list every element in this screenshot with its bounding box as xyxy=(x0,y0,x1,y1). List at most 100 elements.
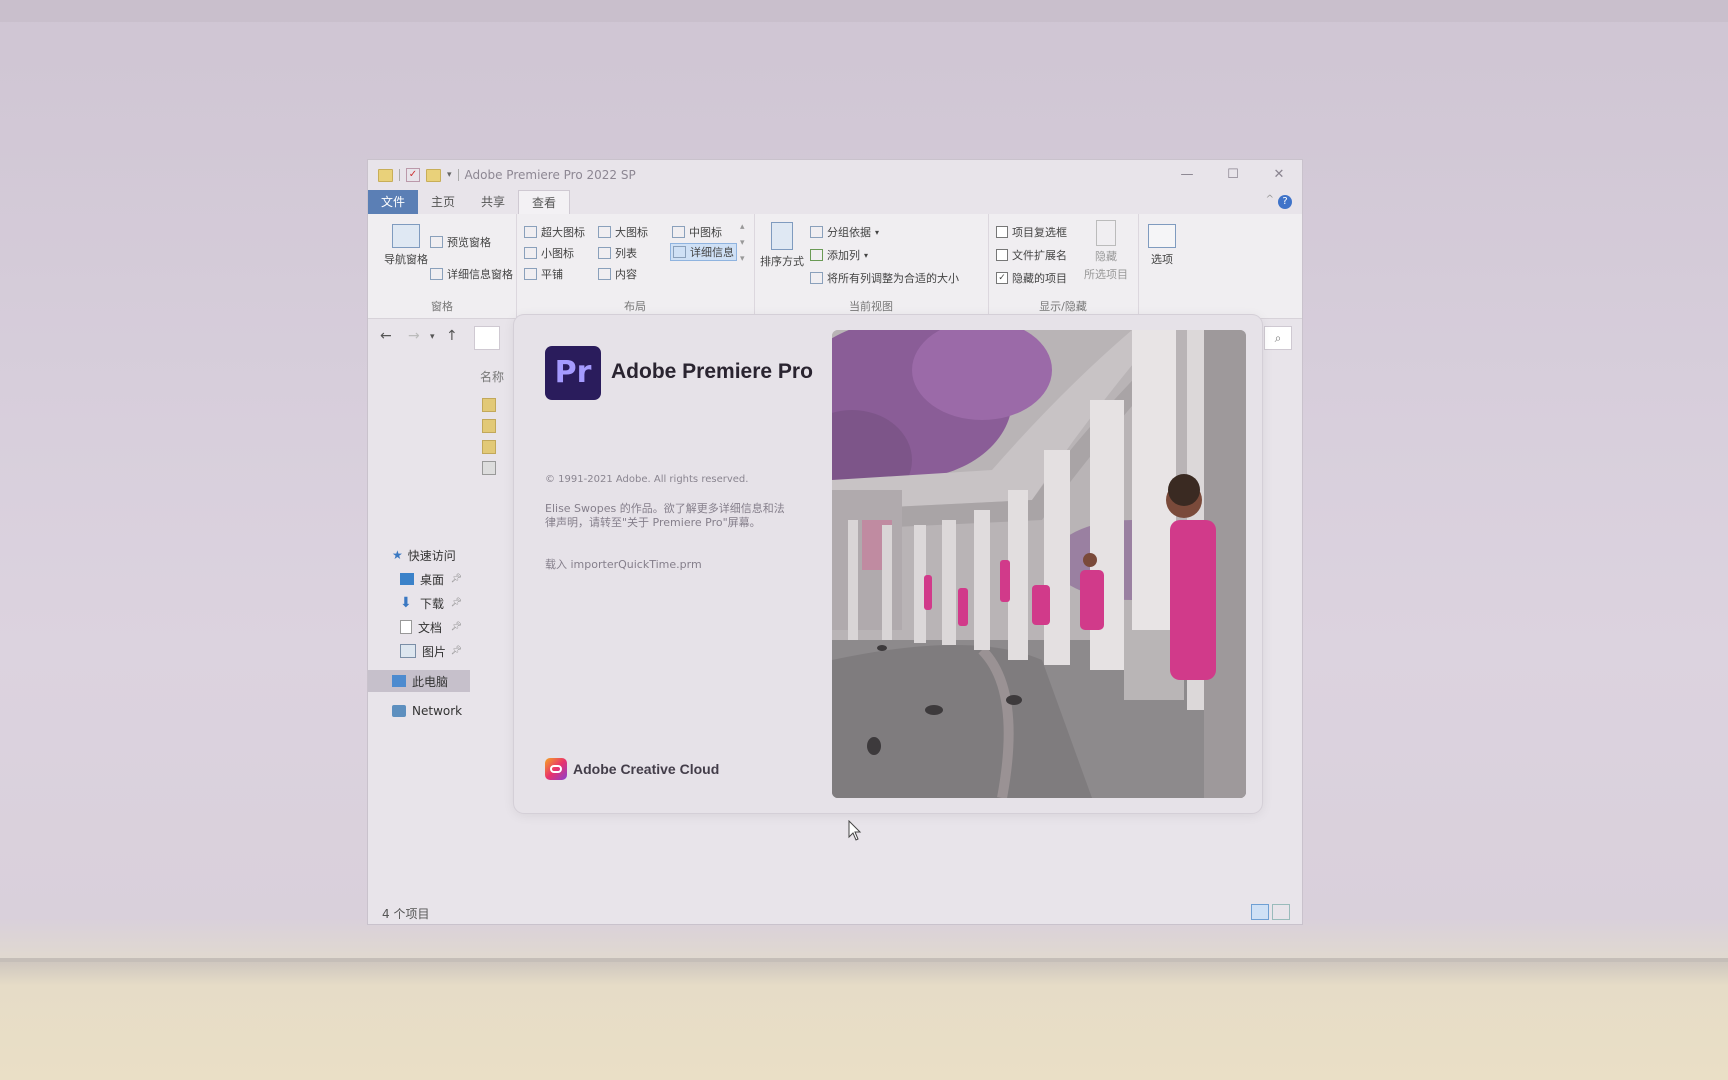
group-by-icon xyxy=(810,226,823,238)
preview-pane-button[interactable]: 预览窗格 xyxy=(430,234,491,250)
add-column-icon xyxy=(810,249,823,261)
nav-pane-icon xyxy=(392,224,420,248)
window-title: Adobe Premiere Pro 2022 SP xyxy=(464,168,636,182)
extra-large-icons-icon xyxy=(524,226,537,238)
sidebar-item-pictures[interactable]: 图片 📌︎ xyxy=(368,640,470,662)
item-checkboxes-toggle[interactable]: 项目复选框 xyxy=(996,224,1067,240)
sidebar-item-label: Network xyxy=(412,704,463,718)
details-pane-icon xyxy=(430,268,443,280)
file-icon[interactable] xyxy=(482,461,496,475)
maximize-button[interactable]: ☐ xyxy=(1210,160,1256,190)
large-icons-view-icon[interactable] xyxy=(1272,904,1290,920)
layout-large[interactable]: 大图标 xyxy=(598,224,648,240)
layout-medium[interactable]: 中图标 xyxy=(672,224,722,240)
sidebar-item-label: 下载 xyxy=(420,596,445,611)
checkbox[interactable] xyxy=(996,249,1008,261)
group-label-current-view: 当前视图 xyxy=(849,300,893,313)
help-icon[interactable]: ? xyxy=(1278,195,1292,209)
ribbon-group-show-hide: 项目复选框 文件扩展名 ✓ 隐藏的项目 隐藏 所选项目 显示/隐藏 xyxy=(988,214,1139,318)
add-column-button[interactable]: 添加列 ▾ xyxy=(810,247,868,263)
options-icon xyxy=(1148,224,1176,248)
folder-icon[interactable] xyxy=(482,398,496,412)
folder-icon[interactable] xyxy=(482,419,496,433)
options-button[interactable]: 选项 xyxy=(1148,224,1176,267)
details-pane-button[interactable]: 详细信息窗格 xyxy=(430,266,513,282)
forward-arrow-icon[interactable]: → xyxy=(408,328,420,344)
content-icon xyxy=(598,268,611,280)
layout-option-label: 中图标 xyxy=(689,226,722,239)
medium-icons-icon xyxy=(672,226,685,238)
nav-pane-button[interactable]: 导航窗格 xyxy=(384,224,428,267)
sidebar-item-label: 桌面 xyxy=(420,572,445,587)
layout-option-label: 小图标 xyxy=(541,247,574,260)
new-folder-icon[interactable] xyxy=(426,168,441,182)
hide-selected-button[interactable]: 隐藏 所选项目 xyxy=(1084,220,1128,282)
download-icon: ⬇ xyxy=(400,595,412,611)
column-header-name[interactable]: 名称 xyxy=(480,368,504,385)
nav-pane-label: 导航窗格 xyxy=(384,253,428,266)
creative-cloud-branding: Adobe Creative Cloud xyxy=(545,758,719,780)
view-switcher xyxy=(1251,904,1290,920)
splash-artwork-illustration xyxy=(832,330,1246,798)
sidebar-item-this-pc[interactable]: 此电脑 xyxy=(368,670,470,692)
fit-columns-button[interactable]: 将所有列调整为合适的大小 xyxy=(810,270,959,286)
pin-icon[interactable]: 📌︎ xyxy=(451,622,462,632)
sidebar-item-label: 图片 xyxy=(422,644,447,659)
layout-small[interactable]: 小图标 xyxy=(524,245,574,261)
properties-icon[interactable]: ✓ xyxy=(406,168,420,182)
layout-option-label: 大图标 xyxy=(615,226,648,239)
layout-scroll-icon[interactable]: ▴ ▾ ▾ xyxy=(740,222,745,264)
folder-icon[interactable] xyxy=(482,440,496,454)
tab-share[interactable]: 共享 xyxy=(468,190,518,214)
minimize-button[interactable]: — xyxy=(1164,160,1210,190)
group-label-layout: 布局 xyxy=(624,300,646,313)
artwork-credit: Elise Swopes 的作品。欲了解更多详细信息和法律声明，请转至"关于 P… xyxy=(545,502,785,529)
checkbox-checked[interactable]: ✓ xyxy=(996,272,1008,284)
tab-file[interactable]: 文件 xyxy=(368,190,419,214)
file-extensions-toggle[interactable]: 文件扩展名 xyxy=(996,247,1067,263)
recent-locations-icon[interactable]: ▾ xyxy=(430,332,435,342)
search-icon[interactable]: ⌕ xyxy=(1264,326,1292,350)
details-view-icon[interactable] xyxy=(1251,904,1269,920)
sidebar-item-network[interactable]: Network xyxy=(368,700,470,722)
creative-cloud-label: Adobe Creative Cloud xyxy=(573,761,720,777)
sidebar-item-desktop[interactable]: 桌面 📌︎ xyxy=(368,568,470,590)
customize-toolbar-icon[interactable]: ▾ xyxy=(447,170,452,180)
hide-selected-label: 隐藏 xyxy=(1095,250,1117,263)
tab-view[interactable]: 查看 xyxy=(518,190,571,214)
layout-list[interactable]: 列表 xyxy=(598,245,637,261)
premiere-pro-logo: Pr xyxy=(545,346,601,400)
pin-icon[interactable]: 📌︎ xyxy=(451,646,462,656)
pin-icon[interactable]: 📌︎ xyxy=(451,574,462,584)
collapse-ribbon-icon[interactable]: ^ xyxy=(1266,194,1274,205)
large-icons-icon xyxy=(598,226,611,238)
item-count: 4 个项目 xyxy=(382,907,430,921)
back-arrow-icon[interactable]: ← xyxy=(380,328,392,344)
sidebar-item-quick-access[interactable]: ★ 快速访问 xyxy=(368,544,470,566)
layout-tiles[interactable]: 平铺 xyxy=(524,266,563,282)
sidebar-item-documents[interactable]: 文档 📌︎ xyxy=(368,616,470,638)
layout-content[interactable]: 内容 xyxy=(598,266,637,282)
up-arrow-icon[interactable]: ↑ xyxy=(446,328,458,344)
layout-extra-large[interactable]: 超大图标 xyxy=(524,224,585,240)
ribbon-tabs: 文件 主页 共享 查看 xyxy=(368,190,1302,214)
ribbon-group-current-view: 排序方式 分组依据 ▾ 添加列 ▾ 将所有列调整为合适的大小 当前视图 xyxy=(754,214,989,318)
folder-icon xyxy=(378,168,393,182)
group-by-button[interactable]: 分组依据 ▾ xyxy=(810,224,879,240)
desktop-top-band xyxy=(0,0,1728,22)
group-label-show-hide: 显示/隐藏 xyxy=(1039,300,1087,313)
layout-details[interactable]: 详细信息 xyxy=(670,243,737,261)
close-button[interactable]: ✕ xyxy=(1256,160,1302,190)
checkbox[interactable] xyxy=(996,226,1008,238)
hidden-items-toggle[interactable]: ✓ 隐藏的项目 xyxy=(996,270,1067,286)
product-name: Adobe Premiere Pro xyxy=(611,360,813,383)
sidebar-item-downloads[interactable]: ⬇ 下载 📌︎ xyxy=(368,592,470,614)
sort-label: 排序方式 xyxy=(760,255,804,268)
pin-icon[interactable]: 📌︎ xyxy=(451,598,462,608)
file-extensions-label: 文件扩展名 xyxy=(1012,249,1067,262)
mouse-cursor-icon xyxy=(848,820,862,841)
address-input[interactable] xyxy=(474,326,500,350)
tab-home[interactable]: 主页 xyxy=(418,190,468,214)
sort-button[interactable]: 排序方式 xyxy=(760,222,804,269)
creative-cloud-icon xyxy=(545,758,567,780)
